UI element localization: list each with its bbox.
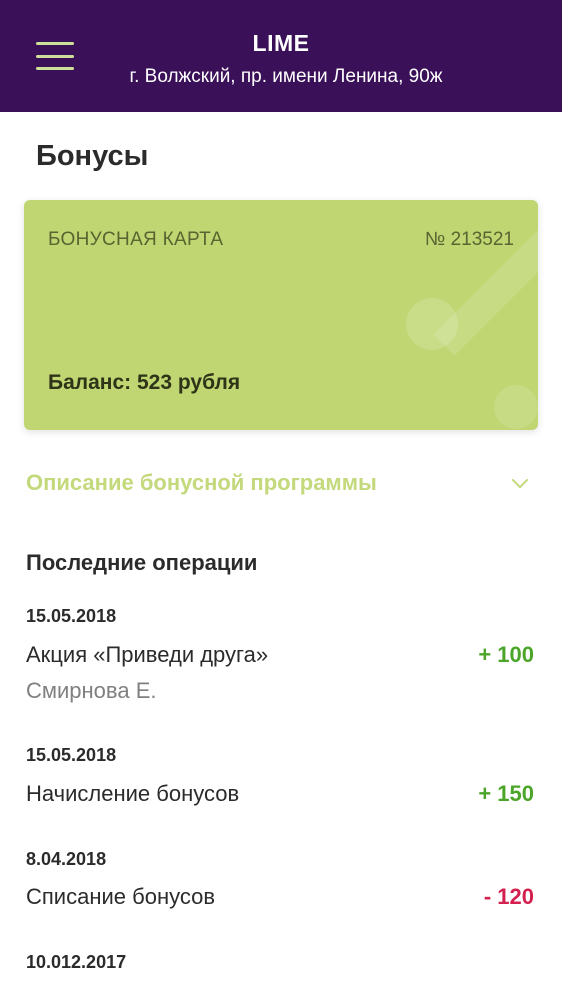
- operation-date: 10.012.2017: [26, 952, 127, 972]
- operation-date: 8.04.2018: [26, 849, 107, 869]
- operation-amount: + 100: [478, 642, 534, 667]
- bonus-program-label: Описание бонусной программы: [26, 470, 377, 495]
- operation-title: Списание бонусов: [26, 884, 216, 909]
- operations-title: Последние операции: [26, 550, 258, 575]
- operation-amount: - 120: [483, 884, 534, 909]
- card-label: БОНУСНАЯ КАРТА: [48, 229, 224, 250]
- operation-subtitle: Смирнова Е.: [26, 678, 157, 703]
- operation-date: 15.05.2018: [26, 606, 117, 626]
- operation-amount: + 150: [478, 781, 534, 806]
- page-title: Бонусы: [36, 140, 149, 172]
- store-address: г. Волжский, пр. имени Ленина, 90ж: [129, 66, 443, 87]
- card-decoration: [406, 298, 458, 350]
- bonus-program-toggle[interactable]: Описание бонусной программы: [26, 466, 536, 502]
- card-number: № 213521: [424, 229, 514, 250]
- card-balance: Баланс: 523 рубля: [48, 371, 241, 394]
- app-title: LIME: [252, 30, 310, 56]
- operation-date: 15.05.2018: [26, 745, 117, 765]
- app-header: LIME г. Волжский, пр. имени Ленина, 90ж: [0, 0, 562, 112]
- operation-title: Акция «Приведи друга»: [26, 642, 269, 667]
- operation-title: Начисление бонусов: [26, 781, 240, 806]
- card-decoration: [494, 385, 538, 429]
- chevron-down-icon: [511, 471, 529, 489]
- bonus-card[interactable]: БОНУСНАЯ КАРТА № 213521 Баланс: 523 рубл…: [24, 200, 538, 430]
